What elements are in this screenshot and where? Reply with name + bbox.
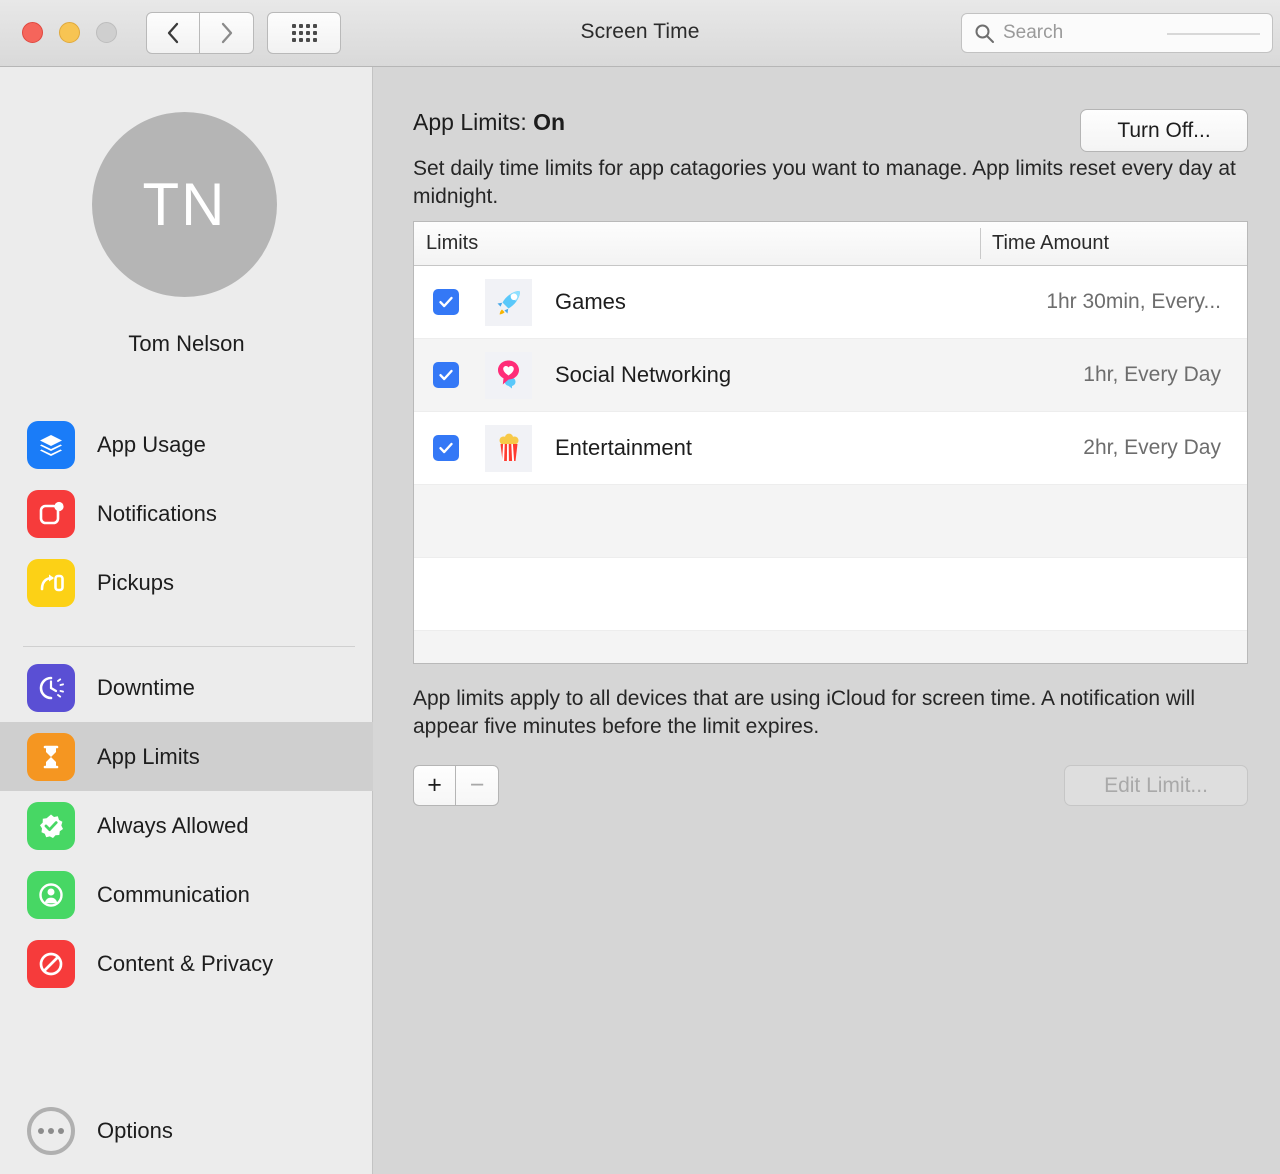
row-time-amount: 1hr 30min, Every...	[1046, 290, 1221, 314]
sidebar-item-app-limits[interactable]: App Limits	[0, 722, 373, 791]
row-name: Games	[555, 289, 626, 315]
sidebar-item-label: App Usage	[97, 432, 206, 458]
sidebar-item-label: App Limits	[97, 744, 200, 770]
row-name: Entertainment	[555, 435, 692, 461]
checkmark-icon	[437, 293, 455, 311]
row-time-amount: 2hr, Every Day	[1083, 436, 1221, 460]
sidebar-item-app-usage[interactable]: App Usage	[0, 410, 373, 479]
main-content: App Limits: On Turn Off... Set daily tim…	[374, 67, 1280, 1174]
table-row[interactable]: Entertainment 2hr, Every Day	[414, 412, 1247, 485]
communication-icon	[27, 871, 75, 919]
checkmark-icon	[437, 366, 455, 384]
sidebar-item-content-privacy[interactable]: Content & Privacy	[0, 929, 373, 998]
window-toolbar: Screen Time Search	[0, 0, 1280, 67]
row-checkbox[interactable]	[433, 435, 459, 461]
sidebar-item-label: Content & Privacy	[97, 951, 273, 977]
app-limits-state: On	[533, 109, 565, 135]
always-allowed-icon	[27, 802, 75, 850]
notifications-icon	[27, 490, 75, 538]
table-row[interactable]: Social Networking 1hr, Every Day	[414, 339, 1247, 412]
screen-time-window: Screen Time Search TN Tom Nelson	[0, 0, 1280, 1174]
speech-heart-icon	[485, 352, 532, 399]
search-icon	[974, 23, 995, 44]
app-usage-icon	[27, 421, 75, 469]
options-label: Options	[97, 1118, 173, 1144]
column-header-limits: Limits	[426, 232, 478, 255]
table-empty-row	[414, 485, 1247, 558]
app-limits-header: App Limits: On Turn Off...	[413, 109, 1248, 152]
limits-footnote: App limits apply to all devices that are…	[413, 685, 1241, 741]
sidebar-nav-list: App Usage Notifications	[0, 410, 373, 998]
search-field-rule	[1167, 33, 1260, 35]
sidebar: TN Tom Nelson App Usage	[0, 67, 373, 1174]
sidebar-item-label: Pickups	[97, 570, 174, 596]
sidebar-item-notifications[interactable]: Notifications	[0, 479, 373, 548]
row-checkbox[interactable]	[433, 362, 459, 388]
turn-off-button[interactable]: Turn Off...	[1080, 109, 1248, 152]
sidebar-item-communication[interactable]: Communication	[0, 860, 373, 929]
app-limits-icon	[27, 733, 75, 781]
content-privacy-icon	[27, 940, 75, 988]
sidebar-item-label: Downtime	[97, 675, 195, 701]
avatar-initials: TN	[143, 170, 227, 239]
row-checkbox[interactable]	[433, 289, 459, 315]
table-empty-row	[414, 631, 1247, 664]
rocket-icon	[485, 279, 532, 326]
sidebar-item-downtime[interactable]: Downtime	[0, 653, 373, 722]
avatar[interactable]: TN	[92, 112, 277, 297]
table-header: Limits Time Amount	[414, 222, 1247, 266]
table-row[interactable]: Games 1hr 30min, Every...	[414, 266, 1247, 339]
options-button[interactable]: Options	[27, 1107, 173, 1155]
sidebar-item-label: Notifications	[97, 501, 217, 527]
add-limit-button[interactable]: +	[413, 765, 456, 806]
page-title-prefix: App Limits:	[413, 109, 533, 135]
remove-limit-button[interactable]: −	[456, 765, 499, 806]
row-time-amount: 1hr, Every Day	[1083, 363, 1221, 387]
sidebar-item-always-allowed[interactable]: Always Allowed	[0, 791, 373, 860]
pickups-icon	[27, 559, 75, 607]
page-subtitle: Set daily time limits for app catagories…	[413, 155, 1251, 211]
column-header-time-amount: Time Amount	[992, 232, 1109, 255]
limits-table: Limits Time Amount	[413, 221, 1248, 664]
search-field[interactable]: Search	[961, 13, 1273, 53]
row-name: Social Networking	[555, 362, 731, 388]
popcorn-icon	[485, 425, 532, 472]
user-name: Tom Nelson	[0, 331, 373, 357]
column-divider[interactable]	[980, 228, 981, 259]
options-icon	[27, 1107, 75, 1155]
sidebar-item-pickups[interactable]: Pickups	[0, 548, 373, 617]
add-remove-control: + −	[413, 765, 499, 806]
sidebar-item-label: Communication	[97, 882, 250, 908]
checkmark-icon	[437, 439, 455, 457]
sidebar-item-label: Always Allowed	[97, 813, 249, 839]
edit-limit-button[interactable]: Edit Limit...	[1064, 765, 1248, 806]
downtime-icon	[27, 664, 75, 712]
table-empty-row	[414, 558, 1247, 631]
search-placeholder: Search	[1003, 22, 1063, 44]
page-title: App Limits: On	[413, 109, 565, 136]
